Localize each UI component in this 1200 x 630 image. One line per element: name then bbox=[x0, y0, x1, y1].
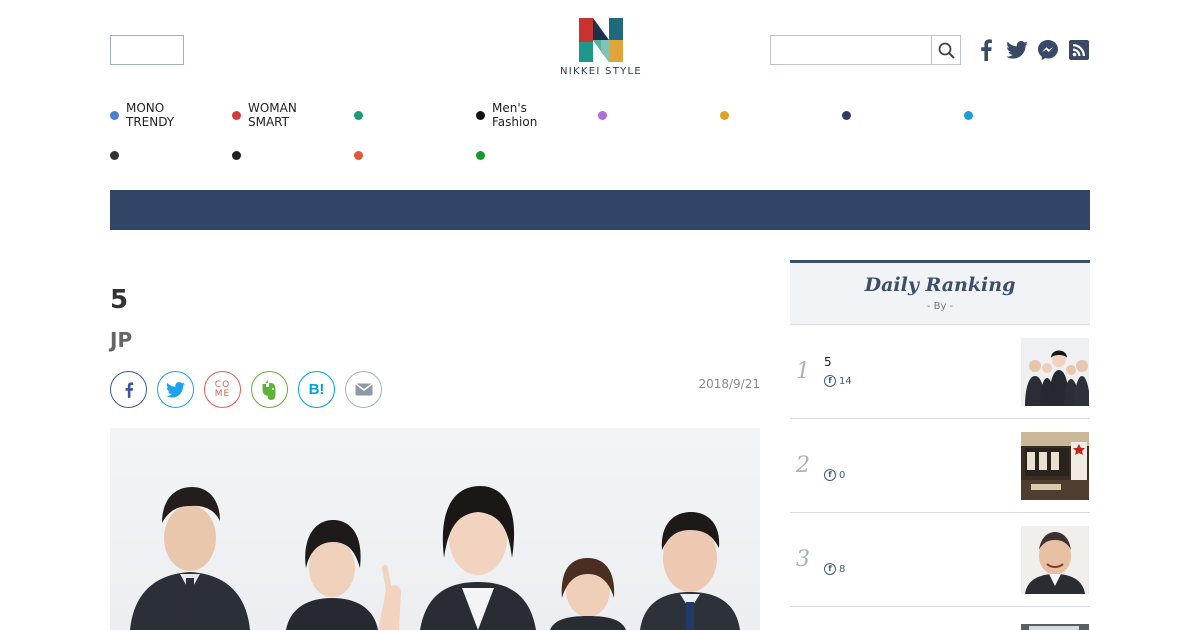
business-people-photo bbox=[130, 486, 740, 630]
mail-icon bbox=[355, 383, 372, 396]
share-evernote-button[interactable] bbox=[251, 371, 288, 408]
ranking-item[interactable]: 1 5 f 14 bbox=[790, 325, 1090, 419]
twitter-icon[interactable] bbox=[1006, 38, 1028, 62]
facebook-count: 0 bbox=[839, 469, 846, 481]
facebook-icon: f bbox=[824, 563, 836, 575]
site-logo[interactable]: NIKKEI STYLE bbox=[556, 18, 646, 84]
nav-item-11[interactable] bbox=[354, 140, 476, 170]
article-title: 5 bbox=[110, 285, 129, 315]
twitter-icon bbox=[166, 381, 185, 398]
nav-dot bbox=[354, 150, 363, 160]
nav-dot bbox=[110, 150, 119, 160]
nav-item-label: Men's Fashion bbox=[492, 101, 538, 129]
facebook-icon: f bbox=[824, 469, 836, 481]
ranking-facebook-count: f 14 bbox=[824, 375, 852, 387]
category-nav: MONO TRENDY WOMAN SMART Men's Fashion bbox=[110, 100, 1090, 170]
hero-image bbox=[110, 428, 760, 630]
ranking-item[interactable]: 3 f8 bbox=[790, 513, 1090, 607]
article-date: 2018/9/21 bbox=[698, 377, 760, 391]
nav-item-8[interactable] bbox=[964, 100, 1086, 130]
search-input[interactable] bbox=[771, 36, 932, 64]
nav-dot bbox=[232, 110, 241, 120]
nav-item-3[interactable] bbox=[354, 100, 476, 130]
nav-item-mono-trendy[interactable]: MONO TRENDY bbox=[110, 100, 232, 130]
header-social-links bbox=[975, 37, 1090, 63]
ranking-byline: - By - bbox=[926, 301, 954, 312]
search-box[interactable] bbox=[770, 35, 961, 65]
article-subtitle: JP bbox=[110, 328, 133, 352]
nav-item-10[interactable] bbox=[232, 140, 354, 170]
nav-item-5[interactable] bbox=[598, 100, 720, 130]
ranking-item-title: 5 bbox=[824, 355, 832, 369]
ranking-number: 2 bbox=[796, 453, 810, 478]
nav-dot bbox=[720, 110, 729, 120]
ranking-facebook-count: f0 bbox=[824, 469, 845, 481]
nav-dot bbox=[598, 110, 607, 120]
nav-dot bbox=[964, 110, 973, 120]
nav-row-1: MONO TRENDY WOMAN SMART Men's Fashion bbox=[110, 100, 1090, 130]
share-buttons: CO ME B! bbox=[110, 371, 382, 408]
nav-item-7[interactable] bbox=[842, 100, 964, 130]
header-banner bbox=[110, 190, 1090, 230]
nav-dot bbox=[110, 110, 119, 120]
facebook-icon[interactable] bbox=[975, 38, 997, 62]
facebook-count: 14 bbox=[839, 375, 852, 387]
hatena-icon: B! bbox=[308, 381, 325, 398]
nav-item-label: MONO TRENDY bbox=[126, 101, 175, 129]
search-button[interactable] bbox=[931, 36, 960, 64]
ranking-facebook-count: f8 bbox=[824, 563, 845, 575]
nav-row-2 bbox=[110, 140, 1090, 170]
nav-item-6[interactable] bbox=[720, 100, 842, 130]
facebook-icon: f bbox=[824, 375, 836, 387]
logo-text: NIKKEI STYLE bbox=[559, 66, 643, 77]
nav-item-9[interactable] bbox=[110, 140, 232, 170]
ranking-title: Daily Ranking bbox=[864, 274, 1016, 296]
nav-item-label: WOMAN SMART bbox=[248, 101, 297, 129]
ranking-header: Daily Ranking - By - bbox=[790, 260, 1090, 325]
logo-mark bbox=[579, 18, 623, 62]
nav-dot bbox=[354, 110, 363, 120]
ranking-thumbnail bbox=[1021, 432, 1089, 500]
share-comme-button[interactable]: CO ME bbox=[204, 371, 241, 408]
ranking-number: 3 bbox=[796, 547, 810, 572]
nav-item-12[interactable] bbox=[476, 140, 598, 170]
ranking-item[interactable]: 2 f0 bbox=[790, 419, 1090, 513]
ranking-item-partial[interactable] bbox=[790, 607, 1090, 630]
article: 5 JP CO ME B! 2018/9/21 bbox=[110, 260, 760, 630]
share-facebook-button[interactable] bbox=[110, 371, 147, 408]
share-email-button[interactable] bbox=[345, 371, 382, 408]
header-left-button[interactable] bbox=[110, 35, 184, 65]
ranking-thumbnail bbox=[1021, 620, 1089, 630]
comme-icon: CO ME bbox=[214, 379, 231, 399]
nav-dot bbox=[476, 110, 485, 120]
facebook-icon bbox=[125, 381, 133, 398]
ranking-number: 1 bbox=[796, 359, 810, 384]
search-icon bbox=[938, 42, 955, 59]
daily-ranking: Daily Ranking - By - 1 5 f 14 2 f0 3 f 8 bbox=[790, 260, 1090, 630]
messenger-icon[interactable] bbox=[1037, 38, 1059, 62]
ranking-thumbnail bbox=[1021, 526, 1089, 594]
nav-item-woman-smart[interactable]: WOMAN SMART bbox=[232, 100, 354, 130]
nav-dot bbox=[232, 150, 241, 160]
nav-item-mens-fashion[interactable]: Men's Fashion bbox=[476, 100, 598, 130]
site-header: NIKKEI STYLE bbox=[0, 0, 1200, 90]
share-hatena-button[interactable]: B! bbox=[298, 371, 335, 408]
facebook-count: 8 bbox=[839, 563, 846, 575]
ranking-thumbnail bbox=[1021, 338, 1089, 406]
rss-icon[interactable] bbox=[1068, 38, 1090, 62]
share-twitter-button[interactable] bbox=[157, 371, 194, 408]
nav-dot bbox=[842, 110, 851, 120]
nav-dot bbox=[476, 150, 485, 160]
evernote-icon bbox=[262, 379, 275, 400]
